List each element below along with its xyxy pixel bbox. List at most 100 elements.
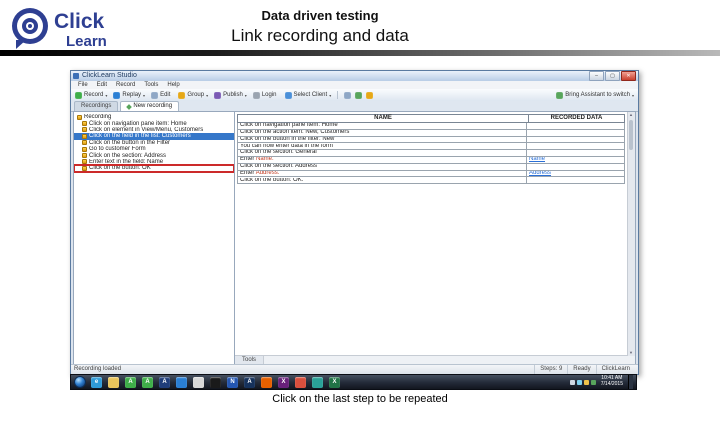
toolbar-button-icon (178, 92, 185, 99)
table-row[interactable]: Click on the section: Address (237, 164, 625, 171)
app-icon (73, 73, 79, 79)
start-button[interactable] (74, 376, 86, 388)
toolbar-icon-button[interactable] (344, 92, 351, 99)
taskbar-app-icon[interactable] (261, 377, 272, 388)
taskbar-app-icon[interactable] (312, 377, 323, 388)
table-row[interactable]: Click on navigation pane item: Home (237, 123, 625, 130)
minimize-button[interactable]: – (589, 71, 604, 81)
step-icon (82, 166, 87, 171)
toolbar-button[interactable]: Publish ▾ (214, 92, 247, 99)
toolbar-button-icon (214, 92, 221, 99)
toolbar-icon-button[interactable] (355, 92, 362, 99)
assistant-button[interactable]: Bring Assistant to switch ▾ (556, 92, 634, 99)
assistant-button-label: Bring Assistant to switch (565, 92, 630, 98)
toolbar-button-icon (151, 92, 158, 99)
chevron-down-icon: ▾ (105, 93, 107, 98)
step-text: Click on the section: Address (240, 164, 317, 169)
step-name-cell: Click on the action item: New, Customers (238, 130, 526, 136)
logo-word-click: Click (54, 10, 104, 34)
step-icon (82, 134, 87, 139)
step-value-text: Name. (256, 157, 274, 162)
recorded-data-cell (526, 130, 624, 136)
toolbar-button-icon (285, 92, 292, 99)
tab-new-recording[interactable]: New recording (120, 101, 179, 111)
menu-item[interactable]: File (78, 81, 88, 89)
taskbar-app-icon[interactable]: A (159, 377, 170, 388)
table-row[interactable]: You can now enter data in the form (237, 143, 625, 150)
taskbar-app-icon[interactable] (295, 377, 306, 388)
menu-item[interactable]: Help (167, 81, 179, 89)
taskbar-app-glyph: X (281, 379, 285, 385)
tools-tab[interactable]: Tools (235, 356, 264, 364)
table-row[interactable]: Click on the action item: New, Customers (237, 130, 625, 137)
chevron-down-icon: ▾ (206, 93, 208, 98)
recorded-data-cell: Address (526, 171, 624, 177)
tray-icon[interactable] (584, 380, 589, 385)
toolbar-button-icon (75, 92, 82, 99)
tray-icon[interactable] (570, 380, 575, 385)
step-text: Click on the action item: New, Customers (240, 130, 349, 135)
toolbar-button[interactable]: Record ▾ (75, 92, 107, 99)
chevron-down-icon: ▾ (632, 93, 634, 98)
menu-item[interactable]: Record (116, 81, 135, 89)
tray-icon[interactable] (591, 380, 596, 385)
menu-item[interactable]: Tools (144, 81, 158, 89)
table-row[interactable]: Click on the button: OK. (237, 177, 625, 184)
show-desktop-button[interactable] (628, 375, 633, 389)
table-row[interactable]: Enter Address. Address (237, 171, 625, 178)
scroll-down-icon[interactable]: ▼ (628, 350, 634, 356)
scrollbar-thumb[interactable] (629, 120, 633, 150)
table-row[interactable]: Enter Name. Name (237, 157, 625, 164)
status-bar: Recording loaded Steps: 9ReadyClickLearn (71, 364, 638, 374)
taskbar-app-icon[interactable] (108, 377, 119, 388)
column-header-data: RECORDED DATA (528, 115, 624, 122)
toolbar-icon-button[interactable] (366, 92, 373, 99)
step-tree-panel: Recording Click on navigation pane item:… (73, 111, 235, 365)
taskbar-app-icon[interactable]: A (244, 377, 255, 388)
toolbar-button[interactable]: Replay ▾ (113, 92, 145, 99)
scroll-up-icon[interactable]: ▲ (628, 112, 634, 118)
table-row[interactable]: Click on the section: General (237, 150, 625, 157)
taskbar-app-icon[interactable]: X (278, 377, 289, 388)
step-name-cell: Click on navigation pane item: Home (238, 123, 526, 129)
taskbar-app-icon[interactable]: A (125, 377, 136, 388)
recorded-data-cell (526, 137, 624, 143)
data-link[interactable]: Address (529, 171, 551, 177)
tree-step-label: Click on the button: OK (89, 165, 151, 171)
maximize-button[interactable]: ▢ (605, 71, 620, 81)
taskbar-app-icon[interactable]: N (227, 377, 238, 388)
tab-recordings[interactable]: Recordings (74, 101, 118, 111)
tree-step-label: Click on the field in the list: Customer… (89, 133, 191, 139)
toolbar-button-label: Replay (122, 92, 141, 98)
recorded-data-cell (526, 123, 624, 129)
tool-icon (344, 92, 351, 99)
tool-icon (355, 92, 362, 99)
recorded-data-cell (526, 143, 624, 149)
toolbar-button[interactable]: Group ▾ (178, 92, 208, 99)
taskbar-app-icon[interactable]: X (329, 377, 340, 388)
step-name-cell: Enter Name. (238, 157, 526, 163)
tree-step-item[interactable]: Click on the button: OK (74, 165, 234, 171)
step-name-cell: Enter Address. (238, 171, 526, 177)
toolbar-button[interactable]: Edit (151, 92, 172, 99)
taskbar-clock[interactable]: 10:41 AM 7/14/2015 (598, 376, 626, 388)
recorded-data-cell (526, 177, 624, 183)
taskbar-app-icon[interactable] (210, 377, 221, 388)
taskbar-app-glyph: A (128, 379, 132, 385)
close-button[interactable]: ✕ (621, 71, 636, 81)
step-text: Enter (240, 171, 256, 176)
taskbar-app-glyph: N (230, 379, 234, 385)
tray-icon[interactable] (577, 380, 582, 385)
step-detail-panel: NAME RECORDED DATA Click on navigation p… (235, 111, 636, 365)
taskbar-app-icon[interactable]: e (91, 377, 102, 388)
menu-item[interactable]: Edit (97, 81, 107, 89)
data-link[interactable]: Name (529, 157, 545, 163)
taskbar-app-icon[interactable]: A (142, 377, 153, 388)
table-row[interactable]: Click on the button in the filter: New (237, 137, 625, 144)
vertical-scrollbar[interactable]: ▲ ▼ (627, 112, 635, 356)
toolbar-button-label: Publish (223, 92, 243, 98)
taskbar-app-icon[interactable] (176, 377, 187, 388)
taskbar-app-icon[interactable] (193, 377, 204, 388)
toolbar-button[interactable]: Select Client ▾ (285, 92, 332, 99)
toolbar-button[interactable]: Login (253, 92, 279, 99)
